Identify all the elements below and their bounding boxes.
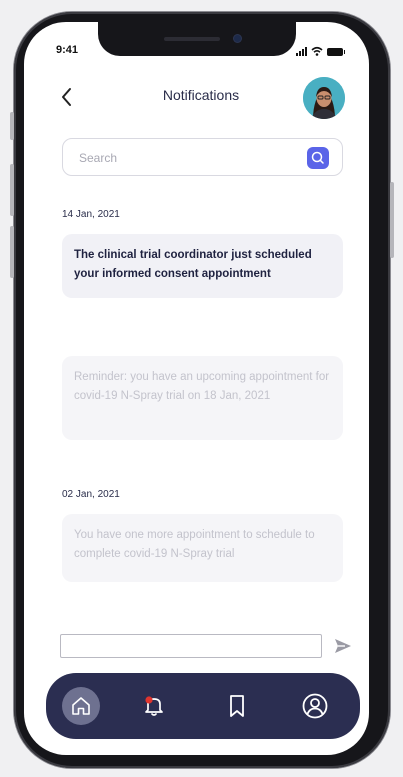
status-time: 9:41 (56, 44, 79, 56)
volume-down-button (10, 226, 14, 278)
wifi-icon (311, 46, 323, 56)
bell-icon (145, 696, 163, 716)
back-button[interactable] (58, 86, 76, 108)
bookmark-icon (230, 695, 244, 717)
date-header: 14 Jan, 2021 (62, 209, 120, 220)
send-button[interactable] (333, 636, 353, 656)
search-box (62, 138, 343, 176)
front-camera (234, 35, 241, 42)
notification-item[interactable]: The clinical trial coordinator just sche… (62, 234, 343, 298)
volume-up-button (10, 164, 14, 216)
page-title: Notifications (162, 87, 240, 103)
date-header: 02 Jan, 2021 (62, 489, 120, 500)
status-icons (296, 44, 345, 56)
notification-item[interactable]: Reminder: you have an upcoming appointme… (62, 356, 343, 440)
search-icon (311, 151, 324, 164)
nav-profile[interactable] (296, 687, 334, 725)
nav-bookmarks[interactable] (218, 687, 256, 725)
avatar[interactable] (303, 77, 345, 119)
power-button (390, 182, 394, 258)
bottom-nav (46, 673, 360, 739)
search-button[interactable] (307, 147, 329, 169)
notification-item[interactable]: You have one more appointment to schedul… (62, 514, 343, 582)
message-input[interactable] (60, 634, 322, 658)
search-input[interactable] (77, 148, 301, 168)
mute-switch (10, 112, 14, 140)
user-icon (302, 693, 328, 719)
notch (98, 22, 296, 56)
battery-icon (327, 48, 345, 56)
nav-notifications[interactable] (135, 687, 173, 725)
user-photo (303, 77, 345, 119)
speaker-grille (164, 37, 220, 41)
notification-badge (145, 696, 153, 704)
home-icon (72, 697, 90, 715)
chevron-left-icon (62, 88, 71, 106)
nav-home[interactable] (62, 687, 100, 725)
send-icon (335, 639, 351, 653)
signal-icon (296, 46, 307, 56)
